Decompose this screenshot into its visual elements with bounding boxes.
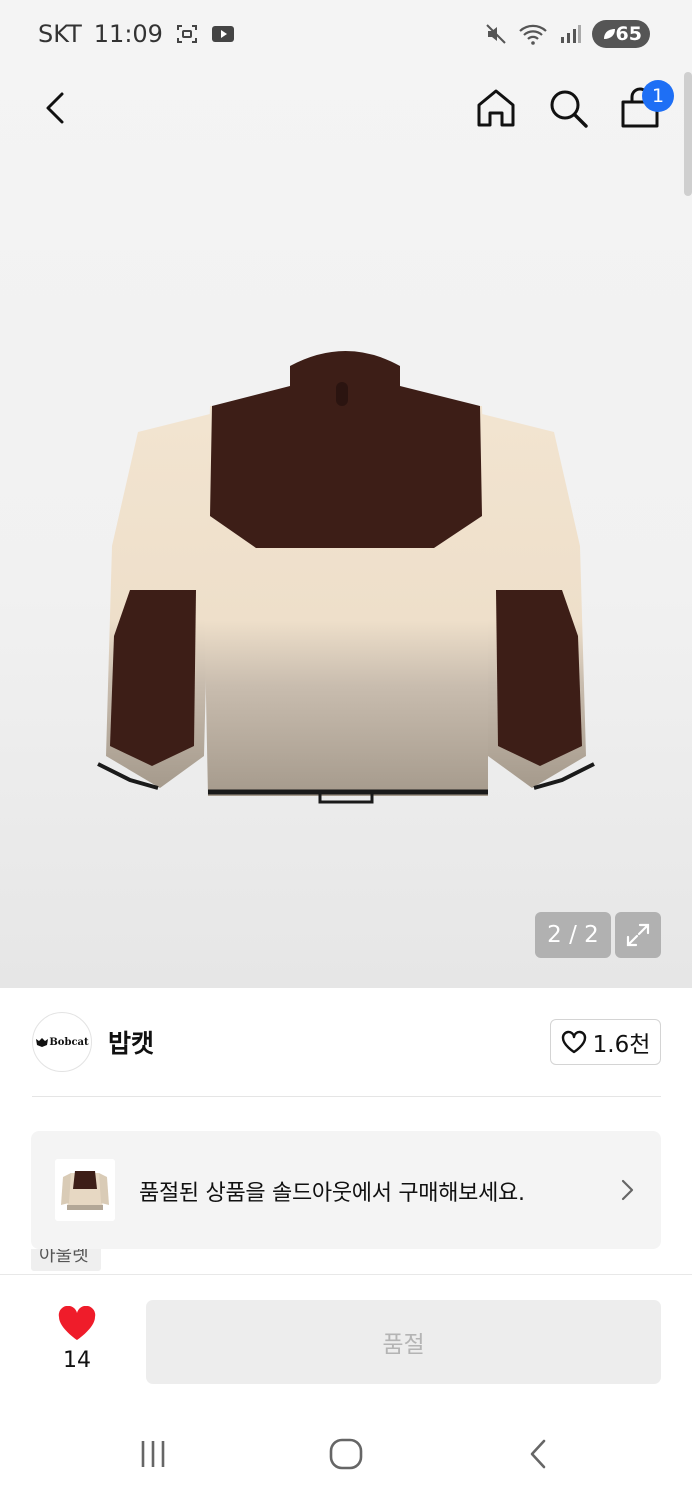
chevron-right-icon <box>621 1179 634 1201</box>
wifi-icon <box>518 24 547 45</box>
bobcat-logo-icon <box>36 1038 49 1047</box>
cart-button[interactable]: 1 <box>618 80 674 134</box>
like-button[interactable]: 14 <box>52 1306 102 1378</box>
outlet-tag: 아울렛 <box>31 1249 101 1271</box>
soldout-banner-text: 품절된 상품을 솔드아웃에서 구매해보세요. <box>139 1181 525 1206</box>
battery-level: 65 <box>615 23 642 45</box>
home-system-button[interactable] <box>326 1436 366 1472</box>
brand-logo-text: Bobcat <box>49 1036 89 1048</box>
time-label: 11:09 <box>93 20 163 48</box>
image-page-counter: 2 / 2 <box>535 912 611 958</box>
recents-button[interactable] <box>133 1436 173 1472</box>
brand-like-count: 1.6천 <box>592 1032 651 1058</box>
mute-icon <box>485 24 506 44</box>
heart-outline-icon <box>561 1030 586 1054</box>
soldout-button[interactable]: 품절 <box>146 1300 661 1384</box>
cart-count-badge: 1 <box>642 80 674 112</box>
system-navigation-bar <box>0 1408 692 1500</box>
back-chevron-icon <box>530 1439 546 1469</box>
search-icon <box>550 90 588 128</box>
screenshot-icon <box>176 25 197 43</box>
brand-like-button[interactable]: 1.6천 <box>550 1019 661 1065</box>
home-circle-icon <box>329 1438 363 1470</box>
heart-filled-icon <box>58 1306 96 1340</box>
expand-icon <box>626 923 650 947</box>
search-button[interactable] <box>546 82 590 134</box>
soldout-banner[interactable]: 품절된 상품을 솔드아웃에서 구매해보세요. <box>31 1131 661 1249</box>
zoom-button[interactable] <box>615 912 661 958</box>
leaf-icon <box>603 29 615 39</box>
status-bar: SKT 11:09 65 <box>0 0 692 72</box>
product-gallery[interactable]: SKT 11:09 65 1 2 / 2 <box>0 0 692 988</box>
youtube-icon <box>211 26 234 42</box>
like-count: 14 <box>63 1348 91 1373</box>
brand-logo[interactable]: Bobcat <box>32 1012 92 1072</box>
signal-icon <box>560 25 581 43</box>
back-system-button[interactable] <box>520 1436 560 1472</box>
back-icon <box>46 92 64 124</box>
divider <box>32 1096 661 1097</box>
home-icon <box>477 89 515 127</box>
home-button[interactable] <box>474 82 518 134</box>
product-image <box>97 351 595 804</box>
battery-indicator: 65 <box>591 20 650 48</box>
scrollbar[interactable] <box>684 72 692 196</box>
banner-thumbnail <box>55 1159 115 1221</box>
recents-icon <box>141 1441 165 1467</box>
brand-name[interactable]: 밥캣 <box>108 1024 154 1060</box>
back-button[interactable] <box>36 88 76 128</box>
carrier-label: SKT <box>38 20 82 48</box>
